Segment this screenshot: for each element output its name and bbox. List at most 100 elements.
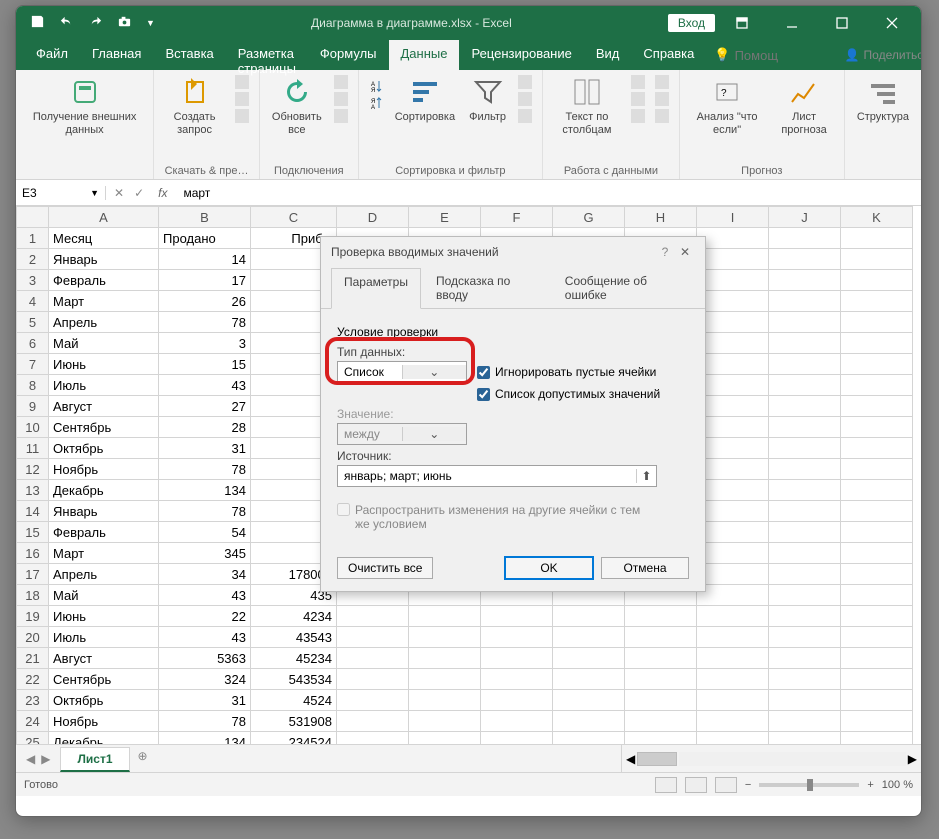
cell[interactable]: 31 [159, 690, 251, 711]
cell[interactable] [841, 438, 913, 459]
cell[interactable]: 234524 [251, 732, 337, 745]
cell[interactable]: Продано [159, 228, 251, 249]
cell[interactable]: 31 [159, 438, 251, 459]
cell[interactable] [841, 333, 913, 354]
scroll-thumb[interactable] [637, 752, 677, 766]
cell[interactable] [625, 627, 697, 648]
get-external-data-button[interactable]: Получение внешних данных [24, 74, 145, 138]
text-to-columns-button[interactable]: Текст по столбцам [551, 74, 623, 138]
cell[interactable]: 43 [159, 375, 251, 396]
cell[interactable] [697, 375, 769, 396]
cell[interactable] [625, 711, 697, 732]
cell[interactable] [769, 396, 841, 417]
cell[interactable]: Март [49, 543, 159, 564]
cell[interactable] [697, 669, 769, 690]
cell[interactable] [337, 627, 409, 648]
cell[interactable] [841, 543, 913, 564]
cell[interactable] [481, 690, 553, 711]
cell[interactable]: 78 [159, 312, 251, 333]
row-header[interactable]: 24 [17, 711, 49, 732]
clear-filter-button[interactable] [516, 74, 534, 90]
cell[interactable]: Июль [49, 375, 159, 396]
cell[interactable] [769, 459, 841, 480]
row-header[interactable]: 9 [17, 396, 49, 417]
cell[interactable] [841, 375, 913, 396]
cell[interactable]: 15 [159, 354, 251, 375]
what-if-button[interactable]: ? Анализ "что если" [688, 74, 767, 138]
column-header[interactable]: K [841, 207, 913, 228]
cell[interactable] [769, 375, 841, 396]
ignore-blank-checkbox[interactable]: Игнорировать пустые ячейки [477, 365, 656, 379]
cell[interactable] [841, 711, 913, 732]
cell[interactable]: 22 [159, 606, 251, 627]
cell[interactable] [337, 669, 409, 690]
cell[interactable]: Май [49, 585, 159, 606]
cell[interactable]: Апрель [49, 564, 159, 585]
zoom-level[interactable]: 100 % [882, 779, 913, 791]
cell[interactable] [481, 711, 553, 732]
cell[interactable] [625, 648, 697, 669]
cell[interactable] [481, 627, 553, 648]
save-icon[interactable] [30, 14, 45, 32]
cell[interactable] [481, 669, 553, 690]
cell[interactable]: 4524 [251, 690, 337, 711]
cell[interactable]: Май [49, 333, 159, 354]
cell[interactable] [841, 606, 913, 627]
cell[interactable] [769, 732, 841, 745]
cell[interactable] [337, 690, 409, 711]
row-header[interactable]: 23 [17, 690, 49, 711]
scroll-right-button[interactable]: ▶ [908, 752, 917, 766]
cell[interactable] [841, 480, 913, 501]
cell[interactable]: 78 [159, 459, 251, 480]
sort-asc-button[interactable]: AЯ [367, 78, 385, 94]
edit-links-button[interactable] [332, 108, 350, 124]
cell[interactable] [337, 732, 409, 745]
data-validation-button[interactable] [629, 108, 647, 124]
cell[interactable]: Октябрь [49, 690, 159, 711]
cell[interactable] [553, 669, 625, 690]
cell[interactable]: 34 [159, 564, 251, 585]
cell[interactable] [769, 585, 841, 606]
cell[interactable] [769, 711, 841, 732]
cell[interactable] [697, 291, 769, 312]
cell[interactable] [841, 564, 913, 585]
sort-desc-button[interactable]: ЯA [367, 95, 385, 111]
login-button[interactable]: Вход [668, 14, 715, 32]
cell[interactable] [841, 396, 913, 417]
cell[interactable]: 14 [159, 249, 251, 270]
row-header[interactable]: 2 [17, 249, 49, 270]
column-header[interactable]: C [251, 207, 337, 228]
range-selector-button[interactable]: ⬆ [636, 469, 656, 483]
properties-button[interactable] [332, 91, 350, 107]
cell[interactable]: 43 [159, 585, 251, 606]
cell[interactable] [553, 690, 625, 711]
cell[interactable]: Декабрь [49, 732, 159, 745]
row-header[interactable]: 1 [17, 228, 49, 249]
forecast-sheet-button[interactable]: Лист прогноза [772, 74, 835, 138]
column-header[interactable]: F [481, 207, 553, 228]
show-queries-button[interactable] [233, 74, 251, 90]
cell[interactable] [769, 480, 841, 501]
cell[interactable] [697, 627, 769, 648]
cell[interactable] [697, 417, 769, 438]
cell[interactable]: 43 [159, 627, 251, 648]
cell[interactable]: Август [49, 396, 159, 417]
row-header[interactable]: 21 [17, 648, 49, 669]
cell[interactable] [697, 585, 769, 606]
connections-button[interactable] [332, 74, 350, 90]
horizontal-scrollbar[interactable]: ◀ ▶ [621, 745, 921, 772]
cell[interactable] [337, 711, 409, 732]
select-all-cell[interactable] [17, 207, 49, 228]
cell[interactable]: Февраль [49, 522, 159, 543]
row-header[interactable]: 13 [17, 480, 49, 501]
cell[interactable] [769, 417, 841, 438]
new-sheet-button[interactable]: ⊕ [130, 745, 156, 772]
cell[interactable]: Февраль [49, 270, 159, 291]
cell[interactable] [697, 354, 769, 375]
tab-formulas[interactable]: Формулы [308, 40, 389, 70]
cell[interactable] [841, 522, 913, 543]
dialog-tab-settings[interactable]: Параметры [331, 268, 421, 309]
cell[interactable] [409, 690, 481, 711]
flash-fill-button[interactable] [629, 74, 647, 90]
cell[interactable]: Июль [49, 627, 159, 648]
